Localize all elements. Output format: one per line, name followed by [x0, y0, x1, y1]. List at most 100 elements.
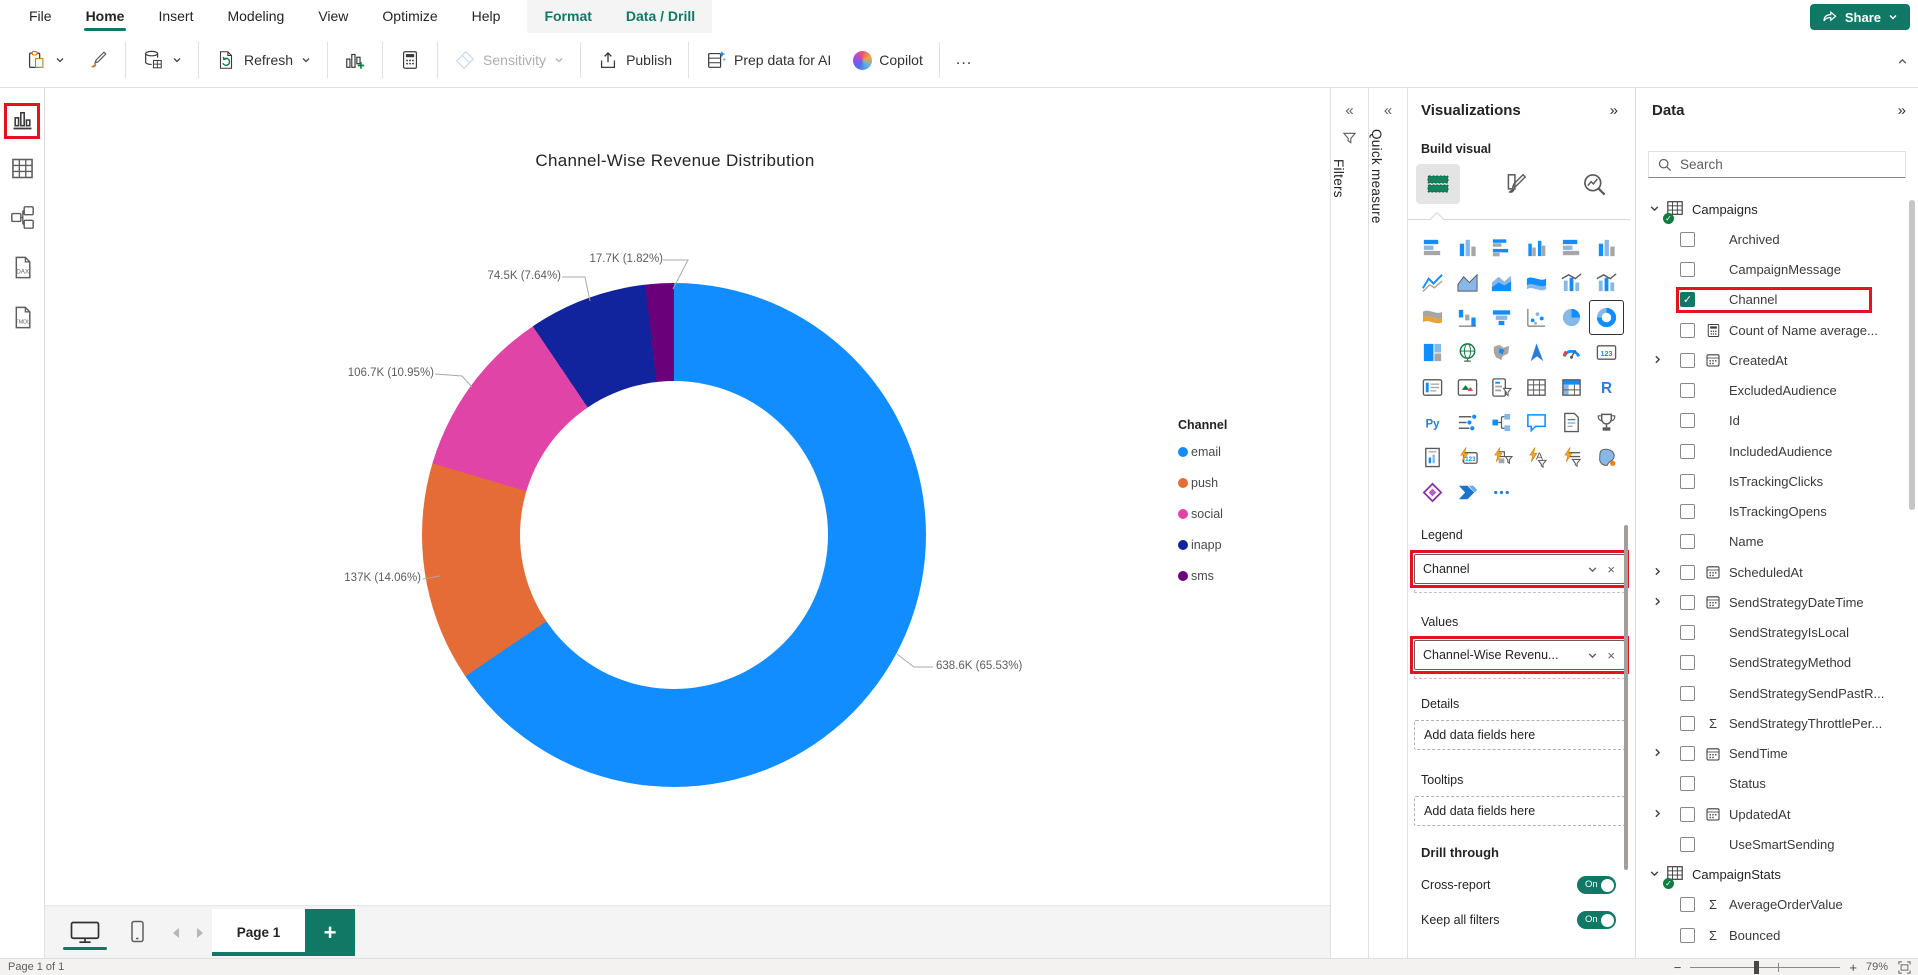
- field-row-CreatedAt[interactable]: CreatedAt: [1636, 345, 1918, 375]
- cross-report-toggle[interactable]: On: [1577, 876, 1616, 894]
- field-checkbox[interactable]: [1680, 444, 1695, 459]
- viz-icon-metrics[interactable]: [1589, 405, 1624, 440]
- chevron-down-icon[interactable]: [1587, 564, 1598, 575]
- field-checkbox[interactable]: [1680, 353, 1695, 368]
- data-pane-scrollbar[interactable]: [1909, 200, 1915, 510]
- tooltips-drop-zone[interactable]: Add data fields here: [1414, 796, 1625, 826]
- viz-icon-r-script-visual[interactable]: R: [1589, 370, 1624, 405]
- chevron-down-icon[interactable]: [1648, 867, 1661, 882]
- field-checkbox[interactable]: [1680, 686, 1695, 701]
- field-checkbox[interactable]: [1680, 595, 1695, 610]
- viz-icon-area-chart[interactable]: [1450, 265, 1485, 300]
- viz-icon-azure-map[interactable]: [1519, 335, 1554, 370]
- filters-pane-label[interactable]: Filters: [1331, 159, 1346, 198]
- viz-icon-new-slicer[interactable]: [1485, 440, 1520, 475]
- viz-icon-power-automate[interactable]: [1450, 475, 1485, 510]
- details-drop-zone[interactable]: Add data fields here: [1414, 720, 1625, 750]
- menu-help[interactable]: Help: [455, 0, 518, 33]
- viz-icon-slicer[interactable]: [1485, 370, 1520, 405]
- viz-icon-100-stacked-column-chart[interactable]: [1589, 230, 1624, 265]
- page-tab-page1[interactable]: Page 1: [212, 909, 305, 956]
- legend-field-well[interactable]: Channel ×: [1414, 554, 1625, 584]
- chevron-right-icon[interactable]: [1651, 565, 1664, 580]
- get-data-button[interactable]: [131, 40, 193, 80]
- fit-to-page-icon[interactable]: [1897, 960, 1912, 975]
- field-row-SendTime[interactable]: SendTime: [1636, 739, 1918, 769]
- field-checkbox[interactable]: [1680, 323, 1695, 338]
- zoom-slider-handle[interactable]: [1754, 961, 1759, 974]
- viz-icon-clustered-column-chart[interactable]: [1519, 230, 1554, 265]
- viz-icon-pie-chart[interactable]: [1554, 300, 1589, 335]
- field-checkbox[interactable]: [1680, 776, 1695, 791]
- field-row-Name[interactable]: Name: [1636, 527, 1918, 557]
- viz-icon-smart-narrative[interactable]: [1554, 405, 1589, 440]
- field-row-UseSmartSending[interactable]: UseSmartSending: [1636, 829, 1918, 859]
- desktop-view-button[interactable]: [63, 918, 107, 948]
- field-checkbox[interactable]: [1680, 565, 1695, 580]
- chevron-down-icon[interactable]: [1587, 650, 1598, 661]
- prep-data-ai-button[interactable]: Prep data for AI: [694, 40, 842, 80]
- field-checkbox[interactable]: [1680, 746, 1695, 761]
- viz-icon-more-visuals[interactable]: [1485, 475, 1520, 510]
- viz-icon-python-visual[interactable]: Py: [1415, 405, 1450, 440]
- viz-icon-filled-map[interactable]: [1485, 335, 1520, 370]
- field-checkbox[interactable]: [1680, 837, 1695, 852]
- mobile-view-button[interactable]: [125, 918, 149, 948]
- viz-icon-donut-chart[interactable]: [1589, 300, 1624, 335]
- viz-icon-paginated-report[interactable]: [1415, 440, 1450, 475]
- viz-icon-multi-row-card[interactable]: [1415, 370, 1450, 405]
- chevron-right-icon[interactable]: [1651, 807, 1664, 822]
- paste-button[interactable]: [14, 40, 76, 80]
- tab-format-visual[interactable]: [1494, 164, 1538, 204]
- viz-icon-q-and-a[interactable]: [1519, 405, 1554, 440]
- menu-file[interactable]: File: [12, 0, 69, 33]
- refresh-button[interactable]: Refresh: [204, 40, 322, 80]
- report-canvas[interactable]: Channel-Wise Revenue Distribution 17.7K …: [45, 88, 1330, 905]
- menu-optimize[interactable]: Optimize: [365, 0, 454, 33]
- field-row-IncludedAudience[interactable]: IncludedAudience: [1636, 436, 1918, 466]
- collapse-visualizations-icon[interactable]: »: [1610, 102, 1618, 119]
- field-checkbox[interactable]: [1680, 897, 1695, 912]
- field-row-SendStrategyDateTime[interactable]: SendStrategyDateTime: [1636, 587, 1918, 617]
- field-row-SendStrategyMethod[interactable]: SendStrategyMethod: [1636, 648, 1918, 678]
- menu-insert[interactable]: Insert: [141, 0, 210, 33]
- field-checkbox[interactable]: [1680, 262, 1695, 277]
- collapse-ribbon-button[interactable]: [1897, 55, 1908, 70]
- menu-modeling[interactable]: Modeling: [210, 0, 301, 33]
- menu-home[interactable]: Home: [69, 0, 142, 33]
- field-checkbox[interactable]: [1680, 232, 1695, 247]
- field-checkbox[interactable]: [1680, 534, 1695, 549]
- table-row-CampaignStats[interactable]: ✓CampaignStats: [1636, 860, 1918, 890]
- viz-icon-funnel-chart[interactable]: [1485, 300, 1520, 335]
- field-row-ScheduledAt[interactable]: ScheduledAt: [1636, 557, 1918, 587]
- chevron-down-icon[interactable]: [1648, 202, 1661, 217]
- dax-query-view-button[interactable]: DAX: [9, 254, 36, 281]
- model-view-button[interactable]: [9, 204, 36, 231]
- viz-icon-key-influencers[interactable]: [1450, 405, 1485, 440]
- chevron-right-icon[interactable]: [1651, 746, 1664, 761]
- menu-format[interactable]: Format: [527, 0, 608, 33]
- expand-filters-icon[interactable]: «: [1331, 102, 1368, 119]
- tab-analytics[interactable]: [1572, 164, 1616, 204]
- viz-icon-line-and-stacked-column-chart[interactable]: [1554, 265, 1589, 300]
- viz-icon-gauge[interactable]: [1554, 335, 1589, 370]
- menu-data-drill[interactable]: Data / Drill: [609, 0, 712, 33]
- field-row-Bounced[interactable]: ΣBounced: [1636, 920, 1918, 950]
- donut-ring[interactable]: [422, 283, 926, 787]
- field-checkbox[interactable]: [1680, 655, 1695, 670]
- viz-icon-shape-map[interactable]: [1589, 440, 1624, 475]
- field-checkbox[interactable]: ✓: [1680, 292, 1695, 307]
- viz-icon-ribbon-chart[interactable]: [1415, 300, 1450, 335]
- chevron-right-icon[interactable]: [1651, 595, 1664, 610]
- zoom-in-button[interactable]: +: [1849, 960, 1857, 975]
- new-visual-button[interactable]: [333, 40, 377, 80]
- zoom-out-button[interactable]: −: [1674, 960, 1682, 975]
- viz-icon-clustered-bar-chart[interactable]: [1485, 230, 1520, 265]
- viz-icon-kpi[interactable]: [1450, 370, 1485, 405]
- viz-icon-table[interactable]: [1519, 370, 1554, 405]
- field-checkbox[interactable]: [1680, 807, 1695, 822]
- zoom-slider[interactable]: [1690, 967, 1840, 968]
- viz-icon-matrix[interactable]: [1554, 370, 1589, 405]
- viz-icon-stacked-bar-chart[interactable]: [1415, 230, 1450, 265]
- field-row-Archived[interactable]: Archived: [1636, 224, 1918, 254]
